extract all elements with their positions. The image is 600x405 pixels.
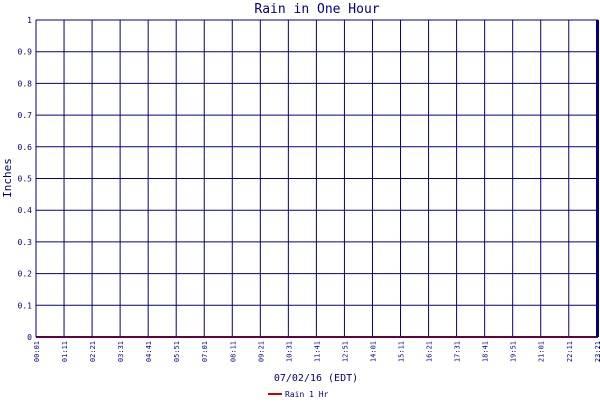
y-tick-label: 0.9 bbox=[18, 48, 33, 57]
grid bbox=[35, 19, 599, 338]
y-tick-label: 0.7 bbox=[18, 111, 33, 120]
x-tick-label: 04:41 bbox=[145, 341, 153, 362]
x-tick-label: 01:11 bbox=[61, 341, 69, 362]
x-tick-label: 07:01 bbox=[201, 341, 209, 362]
y-tick-label: 0.5 bbox=[18, 175, 33, 184]
x-tick-label: 05:51 bbox=[173, 341, 181, 362]
x-tick-label: 19:51 bbox=[510, 341, 518, 362]
x-tick-label: 21:01 bbox=[538, 341, 546, 362]
x-tick-label: 18:41 bbox=[482, 341, 490, 362]
y-tick-label: 0.2 bbox=[18, 270, 33, 279]
x-axis-label: 07/02/16 (EDT) bbox=[274, 373, 358, 384]
x-tick-labels: 00:01 01:11 02:21 03:31 04:41 05:51 07:01 08:11… bbox=[33, 341, 600, 362]
legend: Rain 1 Hr bbox=[268, 390, 329, 399]
y-tick-label: 0 bbox=[27, 333, 32, 342]
chart-title: Rain in One Hour bbox=[254, 2, 379, 17]
y-tick-labels: 0 0.1 0.2 0.3 0.4 0.5 0.6 0.7 0.8 0.9 1 bbox=[18, 16, 33, 342]
x-tick-label: 11:41 bbox=[313, 341, 321, 362]
y-tick-label: 0.3 bbox=[18, 238, 33, 247]
x-tick-label: 00:01 bbox=[33, 341, 41, 362]
x-tick-label: 22:11 bbox=[566, 341, 574, 362]
x-tick-label: 10:31 bbox=[285, 341, 293, 362]
chart-canvas: Rain in One Hour 00.10.20.30.40.50.60.70… bbox=[1, 2, 600, 399]
y-axis-label: Inches bbox=[1, 158, 14, 198]
x-tick-label: 16:21 bbox=[426, 341, 434, 362]
x-tick-label: 09:21 bbox=[257, 341, 265, 362]
x-tick-label: 03:31 bbox=[117, 341, 125, 362]
x-tick-label: 02:21 bbox=[89, 341, 97, 362]
y-tick-label: 0.6 bbox=[18, 143, 33, 152]
x-tick-label: 14:01 bbox=[369, 341, 377, 362]
y-tick-label: 0.1 bbox=[18, 301, 33, 310]
x-tick-label: 17:31 bbox=[454, 341, 462, 362]
x-tick-label: 08:11 bbox=[229, 341, 237, 362]
legend-label: Rain 1 Hr bbox=[285, 390, 329, 399]
y-tick-label: 0.4 bbox=[18, 206, 33, 215]
x-tick-label: 15:11 bbox=[398, 341, 406, 362]
rain-chart: Rain in One Hour 0 0.1 0.2 0.3 0.4 0.5 0.6 0.7 0… bbox=[0, 0, 600, 400]
y-tick-label: 0.8 bbox=[18, 79, 33, 88]
x-tick-label: 12:51 bbox=[341, 341, 349, 362]
y-tick-label: 1 bbox=[27, 16, 32, 25]
